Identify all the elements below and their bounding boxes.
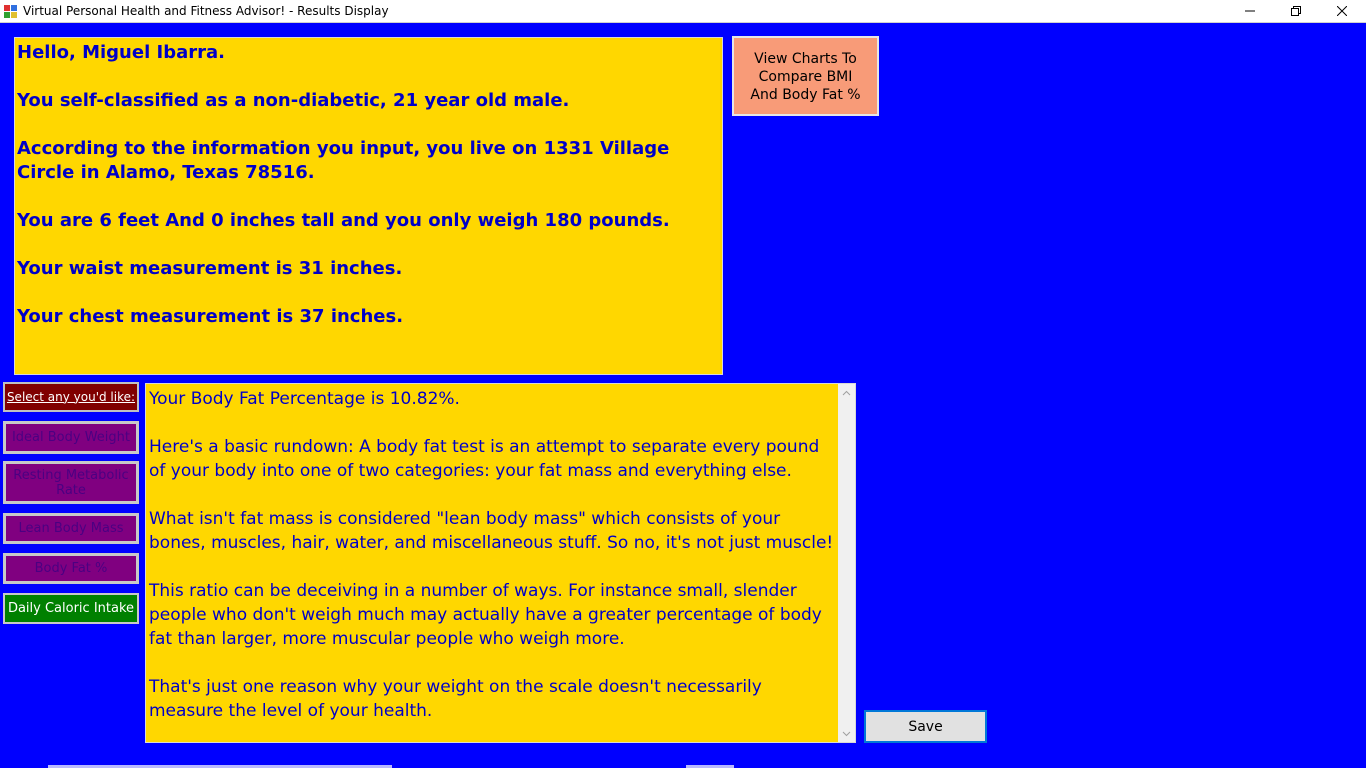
minimize-icon	[1245, 10, 1255, 12]
close-icon	[1337, 6, 1347, 16]
window-title: Virtual Personal Health and Fitness Advi…	[23, 4, 389, 18]
chevron-up-icon	[842, 390, 851, 395]
app-icon	[4, 5, 17, 18]
result-paragraph-2: Here's a basic rundown: A body fat test …	[149, 437, 820, 481]
save-button[interactable]: Save	[864, 710, 987, 743]
chevron-down-icon	[842, 731, 851, 736]
daily-caloric-intake-button[interactable]: Daily Caloric Intake	[3, 593, 139, 624]
result-paragraph-3: What isn't fat mass is considered "lean …	[149, 509, 834, 553]
lean-body-mass-button[interactable]: Lean Body Mass	[3, 513, 139, 544]
save-button-label: Save	[908, 718, 943, 735]
resting-metabolic-rate-label-line1: Resting Metabolic	[13, 467, 129, 483]
height-weight-text: You are 6 feet And 0 inches tall and you…	[17, 210, 670, 231]
resting-metabolic-rate-button[interactable]: Resting Metabolic Rate	[3, 461, 139, 504]
result-text-content: Your Body Fat Percentage is 10.82%. Here…	[149, 387, 837, 747]
result-paragraph-1: Your Body Fat Percentage is 10.82%.	[149, 389, 460, 409]
scroll-down-button[interactable]	[838, 725, 855, 742]
vertical-scrollbar[interactable]	[838, 384, 855, 742]
result-text-box[interactable]: Your Body Fat Percentage is 10.82%. Here…	[145, 383, 856, 743]
chest-text: Your chest measurement is 37 inches.	[17, 306, 404, 327]
scroll-up-button[interactable]	[838, 384, 855, 401]
daily-caloric-intake-label: Daily Caloric Intake	[7, 601, 135, 616]
resting-metabolic-rate-label-line2: Rate	[56, 482, 86, 498]
body-fat-button[interactable]: Body Fat %	[3, 553, 139, 584]
result-paragraph-4: This ratio can be deceiving in a number …	[149, 581, 822, 649]
view-charts-label-line3: And Body Fat %	[750, 87, 861, 103]
lean-body-mass-label: Lean Body Mass	[18, 521, 124, 536]
result-paragraph-5: That's just one reason why your weight o…	[149, 677, 762, 721]
close-button[interactable]	[1319, 0, 1365, 22]
restore-icon	[1291, 6, 1301, 16]
maximize-button[interactable]	[1273, 0, 1319, 22]
user-info-panel: Hello, Miguel Ibarra. You self-classifie…	[14, 37, 723, 375]
title-bar: Virtual Personal Health and Fitness Advi…	[0, 0, 1366, 23]
classification-text: You self-classified as a non-diabetic, 2…	[17, 90, 570, 111]
view-charts-button[interactable]: View Charts To Compare BMI And Body Fat …	[732, 36, 879, 116]
address-text: According to the information you input, …	[17, 138, 670, 183]
ideal-body-weight-button[interactable]: Ideal Body Weight	[3, 421, 139, 454]
waist-text: Your waist measurement is 31 inches.	[17, 258, 403, 279]
body-fat-label: Body Fat %	[34, 561, 108, 576]
view-charts-label-line2: Compare BMI	[758, 69, 853, 85]
ideal-body-weight-label: Ideal Body Weight	[11, 430, 131, 445]
minimize-button[interactable]	[1227, 0, 1273, 22]
greeting-text: Hello, Miguel Ibarra.	[17, 42, 225, 63]
select-options-label: Select any you'd like:	[3, 382, 139, 412]
view-charts-label-line1: View Charts To	[754, 51, 857, 67]
select-options-text: Select any you'd like:	[6, 389, 136, 404]
resting-metabolic-rate-label: Resting Metabolic Rate	[13, 468, 128, 498]
